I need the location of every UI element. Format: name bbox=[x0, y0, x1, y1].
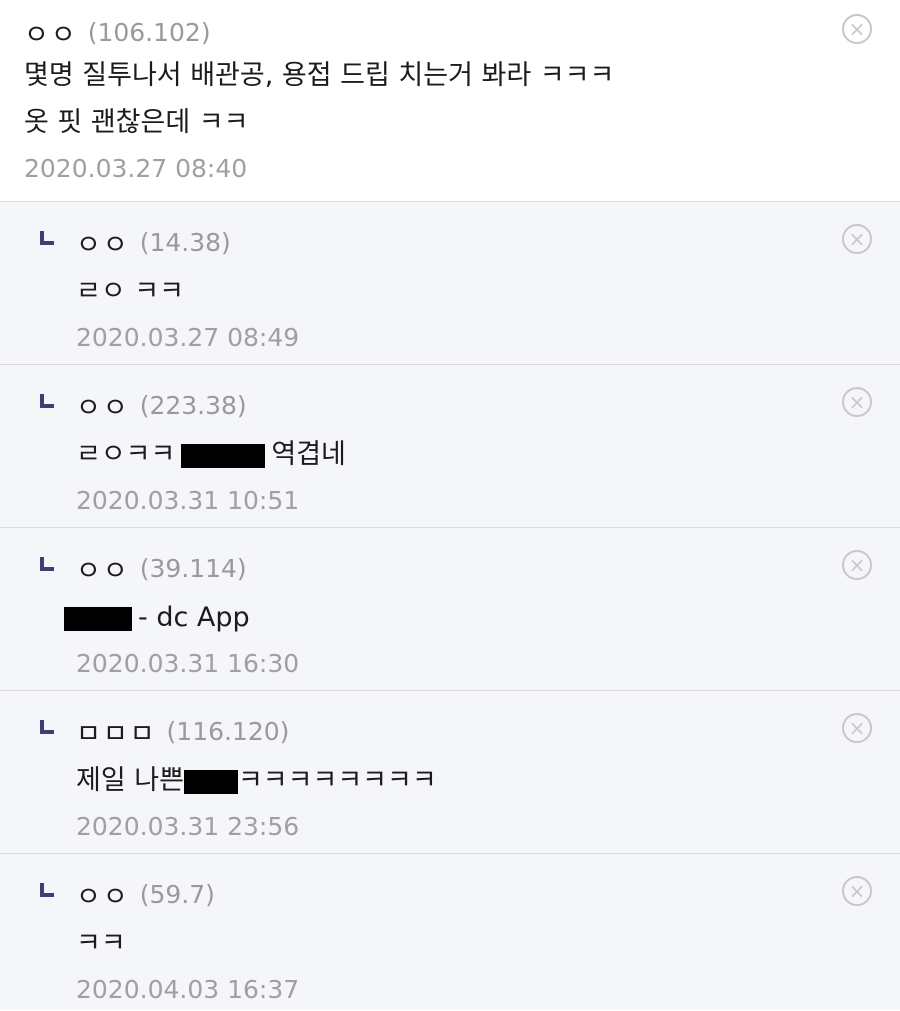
reply-nickname[interactable]: ㅇㅇ bbox=[76, 875, 130, 914]
reply-ip: (116.120) bbox=[166, 716, 290, 746]
comment-text-line2: 옷 핏 괜찮은데 ㅋㅋ bbox=[24, 107, 249, 138]
redaction-bar bbox=[64, 606, 132, 631]
reply-header: ㅇㅇ (39.114) bbox=[40, 548, 900, 588]
reply-item: ㅇㅇ (223.38) ㄹㅇㅋㅋ 역겹네 2020.03.31 10:51 × bbox=[0, 365, 900, 528]
delete-icon[interactable]: × bbox=[842, 550, 872, 580]
reply-ip: (59.7) bbox=[139, 879, 215, 909]
reply-text-end: - dc App bbox=[138, 602, 250, 633]
reply-text-start: 제일 나쁜 bbox=[76, 765, 184, 796]
reply-text: ㄹㅇㅋㅋ 역겹네 bbox=[40, 431, 900, 478]
reply-header: ㅇㅇ (223.38) bbox=[40, 385, 900, 425]
reply-nickname[interactable]: ㅇㅇ bbox=[76, 549, 130, 588]
delete-icon[interactable]: × bbox=[842, 14, 872, 44]
reply-item: ㅇㅇ (59.7) ㅋㅋ 2020.04.03 16:37 × bbox=[0, 854, 900, 1010]
reply-date: 2020.03.27 08:49 bbox=[76, 323, 300, 352]
comment-ip: (106.102) bbox=[87, 17, 211, 47]
reply-nickname[interactable]: ㅇㅇ bbox=[76, 223, 130, 262]
reply-text-start: ㄹㅇㅋㅋ bbox=[76, 439, 176, 470]
comment-header: ㅇㅇ (106.102) bbox=[24, 12, 900, 52]
comment-nickname[interactable]: ㅇㅇ bbox=[24, 13, 78, 52]
reply-ip: (39.114) bbox=[139, 553, 247, 583]
reply-arrow-icon bbox=[40, 231, 54, 245]
reply-ip: (223.38) bbox=[139, 390, 247, 420]
reply-text: ㄹㅇ ㅋㅋ bbox=[76, 276, 184, 307]
reply-text: ㅋㅋ bbox=[76, 928, 126, 959]
reply-date: 2020.03.31 16:30 bbox=[76, 649, 300, 678]
delete-icon[interactable]: × bbox=[842, 876, 872, 906]
reply-date: 2020.03.31 23:56 bbox=[76, 812, 300, 841]
comment-date: 2020.03.27 08:40 bbox=[24, 154, 248, 183]
reply-header: ㅇㅇ (59.7) bbox=[40, 874, 900, 914]
reply-date: 2020.04.03 16:37 bbox=[76, 975, 300, 1004]
reply-arrow-icon bbox=[40, 557, 54, 571]
delete-icon[interactable]: × bbox=[842, 713, 872, 743]
redaction-bar bbox=[181, 443, 266, 468]
reply-ip: (14.38) bbox=[139, 227, 231, 257]
redaction-bar bbox=[183, 769, 238, 794]
reply-nickname[interactable]: ㅇㅇ bbox=[76, 386, 130, 425]
reply-text-end: ㅋㅋㅋㅋㅋㅋㅋㅋ bbox=[237, 765, 437, 796]
reply-arrow-icon bbox=[40, 394, 54, 408]
reply-arrow-icon bbox=[40, 720, 54, 734]
reply-nickname[interactable]: ㅁㅁㅁ bbox=[76, 712, 157, 751]
reply-item: ㅁㅁㅁ (116.120) 제일 나쁜 ㅋㅋㅋㅋㅋㅋㅋㅋ 2020.03.31 2… bbox=[0, 691, 900, 854]
delete-icon[interactable]: × bbox=[842, 224, 872, 254]
reply-header: ㅇㅇ (14.38) bbox=[40, 222, 900, 262]
reply-text-end: 역겹네 bbox=[271, 439, 346, 470]
reply-date: 2020.03.31 10:51 bbox=[76, 486, 300, 515]
delete-icon[interactable]: × bbox=[842, 387, 872, 417]
reply-item: ㅇㅇ (14.38) ㄹㅇ ㅋㅋ 2020.03.27 08:49 × bbox=[0, 202, 900, 365]
reply-header: ㅁㅁㅁ (116.120) bbox=[40, 711, 900, 751]
comment-item: ㅇㅇ (106.102) 몇명 질투나서 배관공, 용접 드립 치는거 봐라 ㅋ… bbox=[0, 0, 900, 202]
comment-text: 몇명 질투나서 배관공, 용접 드립 치는거 봐라 ㅋㅋㅋ bbox=[24, 60, 615, 91]
reply-arrow-icon bbox=[40, 883, 54, 897]
reply-text: 제일 나쁜 ㅋㅋㅋㅋㅋㅋㅋㅋ bbox=[40, 757, 900, 804]
reply-text: - dc App bbox=[40, 594, 900, 641]
reply-item: ㅇㅇ (39.114) - dc App 2020.03.31 16:30 × bbox=[0, 528, 900, 691]
